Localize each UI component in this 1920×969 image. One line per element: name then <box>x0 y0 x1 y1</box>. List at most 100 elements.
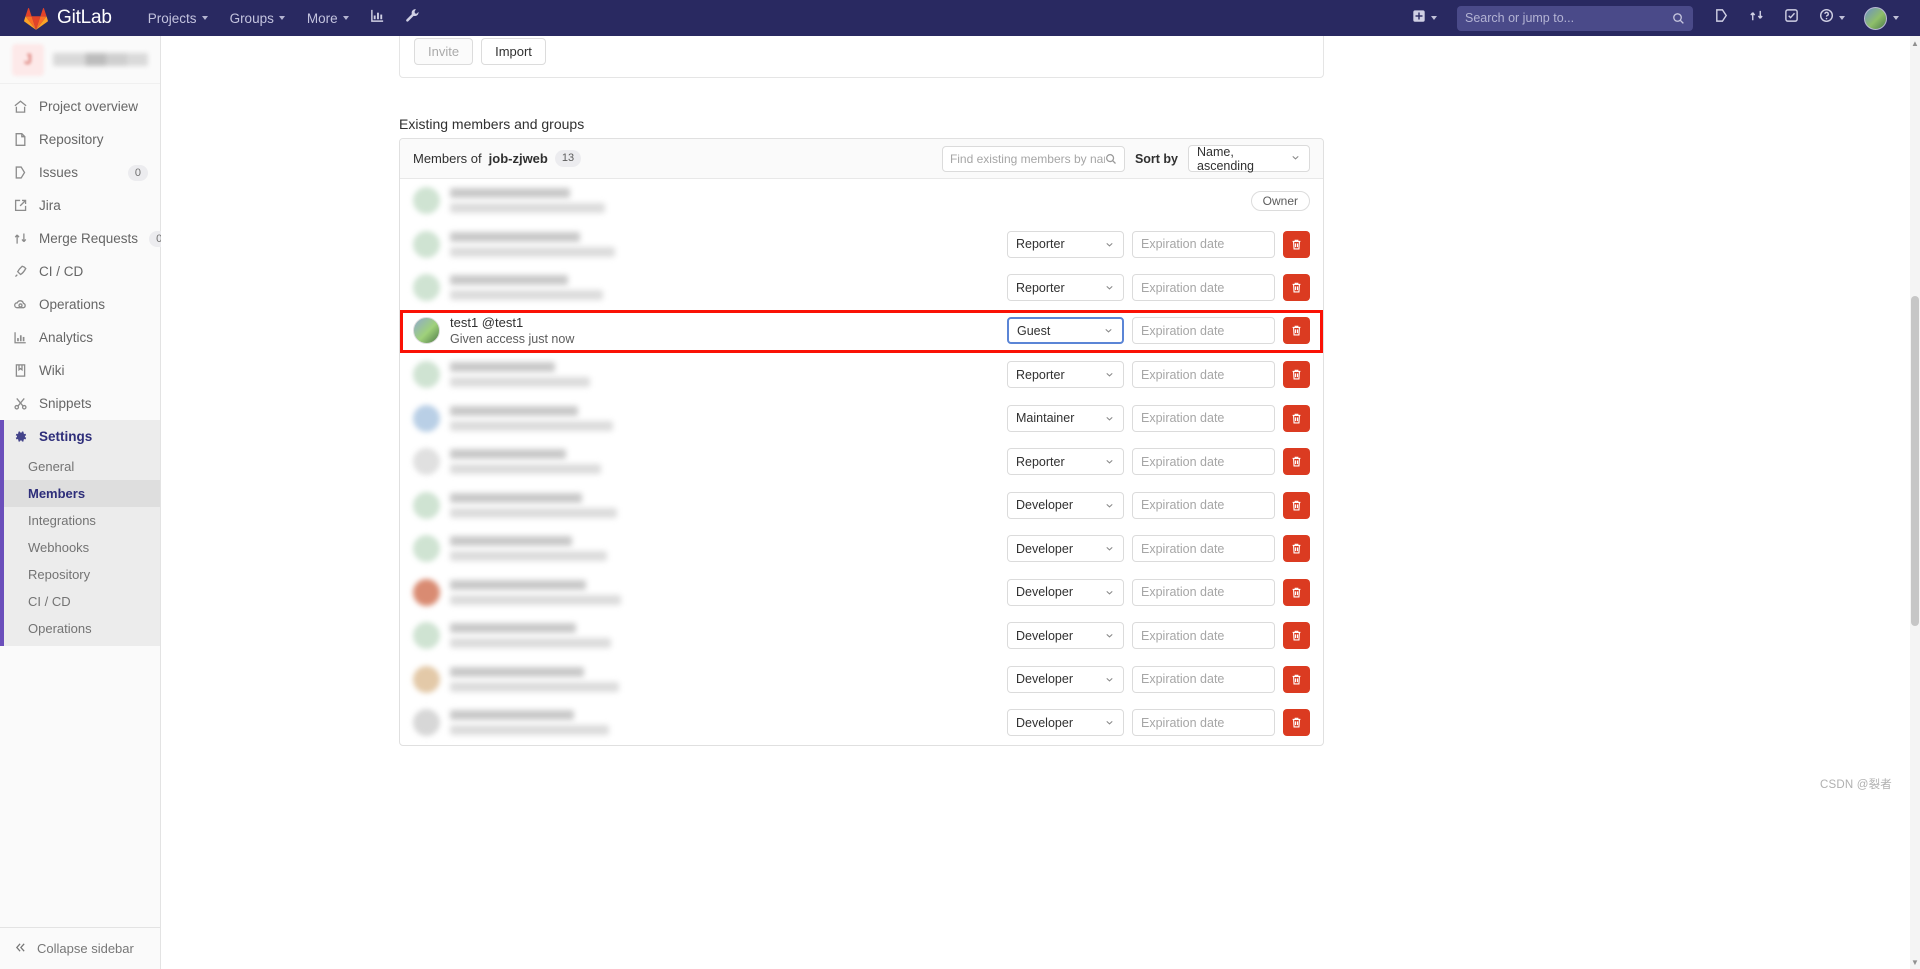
member-row: Owner <box>400 179 1323 223</box>
role-dropdown[interactable]: Reporter <box>1007 361 1124 389</box>
issues-count-badge: 0 <box>127 164 148 181</box>
member-name-redacted <box>450 449 566 460</box>
import-button[interactable]: Import <box>481 38 546 65</box>
sidebar-item-issues[interactable]: Issues 0 <box>0 156 160 189</box>
members-card-header: Members of job-zjweb 13 Sort by <box>400 139 1323 179</box>
nav-more[interactable]: More <box>297 4 359 33</box>
scroll-down-arrow[interactable]: ▼ <box>1910 955 1920 969</box>
scroll-up-arrow[interactable]: ▲ <box>1910 36 1920 50</box>
sidebar-item-merge-requests[interactable]: Merge Requests 0 <box>0 222 170 255</box>
role-dropdown[interactable]: Developer <box>1007 665 1124 693</box>
sidebar-subitem-operations[interactable]: Operations <box>0 615 160 642</box>
role-dropdown[interactable]: Reporter <box>1007 230 1124 258</box>
role-dropdown[interactable]: Reporter <box>1007 274 1124 302</box>
role-dropdown[interactable]: Developer <box>1007 491 1124 519</box>
role-dropdown[interactable]: Maintainer <box>1007 404 1124 432</box>
role-dropdown[interactable]: Developer <box>1007 578 1124 606</box>
remove-member-button[interactable] <box>1283 404 1310 432</box>
rocket-icon <box>12 264 28 279</box>
remove-member-button[interactable] <box>1283 317 1310 345</box>
collapse-sidebar-button[interactable]: Collapse sidebar <box>0 927 160 969</box>
expiration-date-input[interactable]: Expiration date <box>1132 230 1275 258</box>
expiration-date-input[interactable]: Expiration date <box>1132 491 1275 519</box>
remove-member-button[interactable] <box>1283 361 1310 389</box>
expiration-date-input[interactable]: Expiration date <box>1132 448 1275 476</box>
remove-member-button[interactable] <box>1283 535 1310 563</box>
member-name-redacted <box>450 362 555 373</box>
nav-todos-button[interactable] <box>1775 2 1808 34</box>
page-scrollbar-track[interactable]: ▲ ▼ <box>1910 36 1920 969</box>
nav-help-dropdown[interactable] <box>1810 2 1854 34</box>
member-row: Reporter Expiration date <box>400 353 1323 397</box>
global-search-input[interactable] <box>1465 11 1685 25</box>
role-dropdown[interactable]: Developer <box>1007 622 1124 650</box>
nav-issues-button[interactable] <box>1705 2 1738 34</box>
nav-projects[interactable]: Projects <box>138 4 218 33</box>
sidebar-item-wiki[interactable]: Wiki <box>0 354 160 387</box>
sidebar-item-ci-cd[interactable]: CI / CD <box>0 255 160 288</box>
sidebar-label: Issues <box>39 165 79 180</box>
sidebar-subitem-members[interactable]: Members <box>0 480 160 507</box>
expiration-date-input[interactable]: Expiration date <box>1132 535 1275 563</box>
sidebar-subitem-general[interactable]: General <box>0 453 160 480</box>
member-name-redacted <box>450 405 578 416</box>
sidebar-subitem-integrations[interactable]: Integrations <box>0 507 160 534</box>
role-dropdown[interactable]: Reporter <box>1007 448 1124 476</box>
chevron-down-icon <box>1104 456 1115 467</box>
user-menu-dropdown[interactable] <box>1856 1 1908 36</box>
role-value: Guest <box>1017 323 1051 338</box>
remove-member-button[interactable] <box>1283 230 1310 258</box>
expiration-date-input[interactable]: Expiration date <box>1132 578 1275 606</box>
sidebar-item-jira[interactable]: Jira <box>0 189 160 222</box>
global-search-box[interactable] <box>1457 5 1693 31</box>
nav-merge-requests-button[interactable] <box>1740 2 1773 34</box>
remove-member-button[interactable] <box>1283 274 1310 302</box>
find-members-input[interactable] <box>949 151 1105 166</box>
sidebar-label: Snippets <box>39 396 92 411</box>
remove-member-button[interactable] <box>1283 622 1310 650</box>
member-name[interactable]: test1 @test1 <box>450 315 640 331</box>
chevron-down-icon <box>1104 369 1115 380</box>
chevron-down-icon <box>1104 282 1115 293</box>
remove-member-button[interactable] <box>1283 491 1310 519</box>
expiration-date-input[interactable]: Expiration date <box>1132 665 1275 693</box>
expiration-date-input[interactable]: Expiration date <box>1132 361 1275 389</box>
remove-member-button[interactable] <box>1283 709 1310 737</box>
member-info: test1 @test1 Given access just now <box>450 315 640 347</box>
project-avatar: J <box>12 43 44 76</box>
sidebar-project-header[interactable]: J <box>0 36 160 84</box>
sidebar-item-analytics[interactable]: Analytics <box>0 321 160 354</box>
expiration-date-input[interactable]: Expiration date <box>1132 404 1275 432</box>
chevron-down-icon <box>1893 16 1899 20</box>
page-scrollbar-thumb[interactable] <box>1911 296 1919 626</box>
remove-member-button[interactable] <box>1283 448 1310 476</box>
sidebar-subitem-ci-cd[interactable]: CI / CD <box>0 588 160 615</box>
expiration-date-input[interactable]: Expiration date <box>1132 274 1275 302</box>
remove-member-button[interactable] <box>1283 578 1310 606</box>
sidebar-label: Operations <box>39 297 106 312</box>
expiration-date-input[interactable]: Expiration date <box>1132 317 1275 345</box>
sidebar-item-settings[interactable]: Settings <box>0 420 160 453</box>
nav-projects-label: Projects <box>147 10 197 26</box>
role-dropdown[interactable]: Developer <box>1007 535 1124 563</box>
nav-analytics-button[interactable] <box>361 2 394 34</box>
expiration-date-input[interactable]: Expiration date <box>1132 709 1275 737</box>
chevron-down-icon <box>1104 717 1115 728</box>
sidebar-item-operations[interactable]: Operations <box>0 288 160 321</box>
role-dropdown[interactable]: Developer <box>1007 709 1124 737</box>
sidebar-item-repository[interactable]: Repository <box>0 123 160 156</box>
remove-member-button[interactable] <box>1283 665 1310 693</box>
sidebar-subitem-repository[interactable]: Repository <box>0 561 160 588</box>
expiration-date-input[interactable]: Expiration date <box>1132 622 1275 650</box>
sort-by-dropdown[interactable]: Name, ascending <box>1188 145 1310 173</box>
invite-button[interactable]: Invite <box>414 38 474 65</box>
nav-groups[interactable]: Groups <box>220 4 295 33</box>
nav-admin-wrench-button[interactable] <box>396 2 429 34</box>
find-members-box[interactable] <box>941 145 1125 172</box>
new-item-dropdown[interactable] <box>1404 4 1445 33</box>
role-dropdown[interactable]: Guest <box>1007 317 1124 345</box>
sidebar-item-project-overview[interactable]: Project overview <box>0 90 160 123</box>
sidebar-item-snippets[interactable]: Snippets <box>0 387 160 420</box>
sidebar-subitem-webhooks[interactable]: Webhooks <box>0 534 160 561</box>
gitlab-logo[interactable]: GitLab <box>24 7 112 30</box>
